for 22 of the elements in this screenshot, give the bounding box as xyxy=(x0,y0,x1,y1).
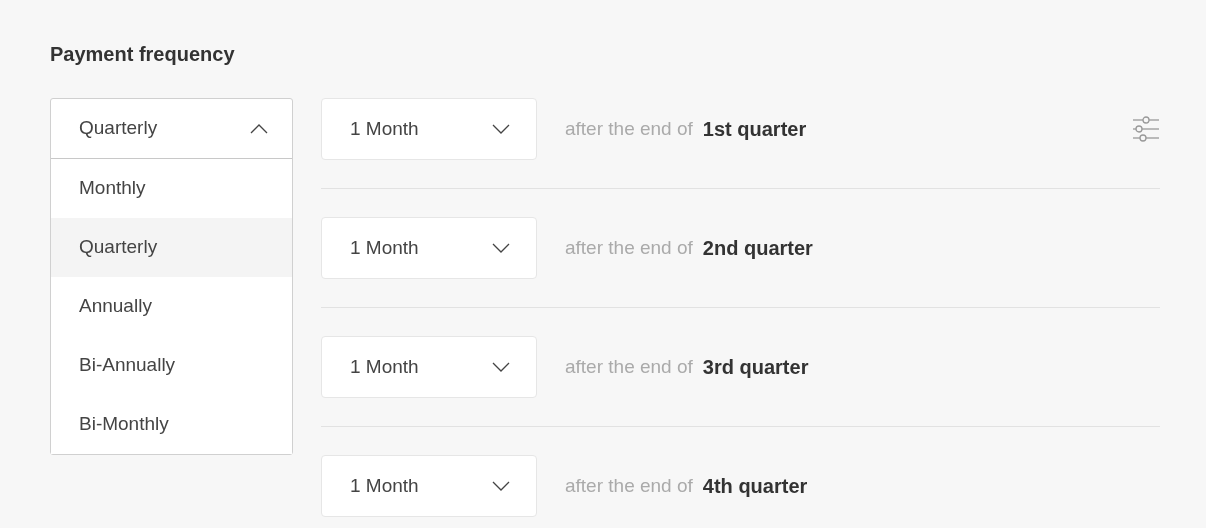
settings-icon[interactable] xyxy=(1132,115,1160,143)
description-prefix: after the end of xyxy=(565,473,693,498)
dropdown-option[interactable]: Quarterly xyxy=(51,218,292,277)
chevron-icon xyxy=(492,124,510,134)
chevron-icon xyxy=(492,481,510,491)
section-title: Payment frequency xyxy=(50,42,236,67)
delay-select[interactable]: 1 Month xyxy=(321,98,537,160)
period-label: 1st quarter xyxy=(702,117,807,142)
description-prefix: after the end of xyxy=(565,116,693,141)
description-prefix: after the end of xyxy=(565,235,693,260)
period-label: 2nd quarter xyxy=(702,236,813,261)
delay-select[interactable]: 1 Month xyxy=(321,455,537,517)
period-label: 3rd quarter xyxy=(702,355,809,380)
chevron-icon xyxy=(492,243,510,253)
dropdown-value: Quarterly xyxy=(79,116,158,141)
description-prefix: after the end of xyxy=(565,354,693,379)
delay-select[interactable]: 1 Month xyxy=(321,336,537,398)
chevron-icon xyxy=(250,123,268,134)
period-label: 4th quarter xyxy=(702,474,808,499)
frequency-dropdown[interactable]: Quarterly Monthly Quarterly Annually Bi-Annually Bi-Monthly xyxy=(50,98,293,455)
chevron-icon xyxy=(492,362,510,372)
delay-select[interactable]: 1 Month xyxy=(321,217,537,279)
